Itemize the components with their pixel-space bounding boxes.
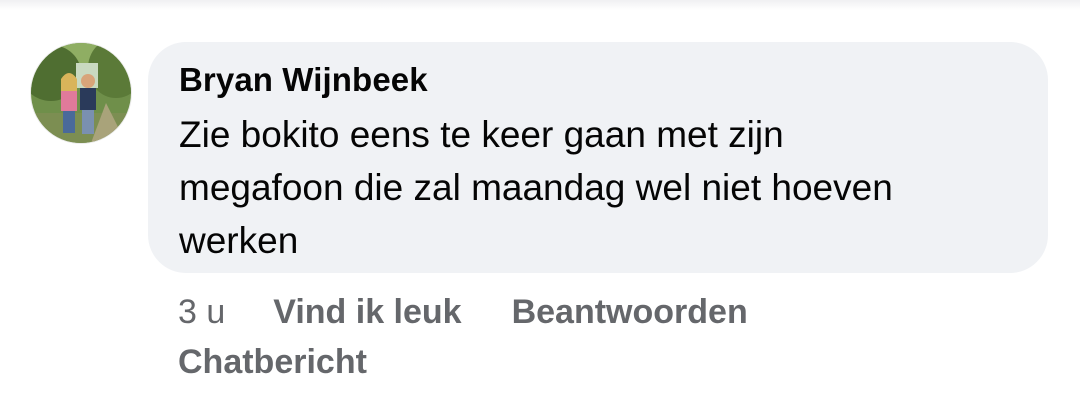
comment-actions: 3 u Vind ik leuk Beantwoorden Chatbericht — [178, 288, 1038, 386]
avatar[interactable] — [31, 43, 131, 143]
comment-author[interactable]: Bryan Wijnbeek — [179, 61, 428, 99]
like-button[interactable]: Vind ik leuk — [273, 288, 461, 336]
chat-message-button[interactable]: Chatbericht — [178, 338, 1038, 386]
comment-timestamp[interactable]: 3 u — [178, 288, 225, 336]
comment-text: Zie bokito eens te keer gaan met zijn me… — [179, 114, 893, 261]
reply-button[interactable]: Beantwoorden — [512, 288, 748, 336]
profile-photo-icon — [31, 43, 131, 143]
comment-bubble: Bryan Wijnbeek Zie bokito eens te keer g… — [148, 42, 1048, 273]
top-divider — [0, 0, 1080, 10]
